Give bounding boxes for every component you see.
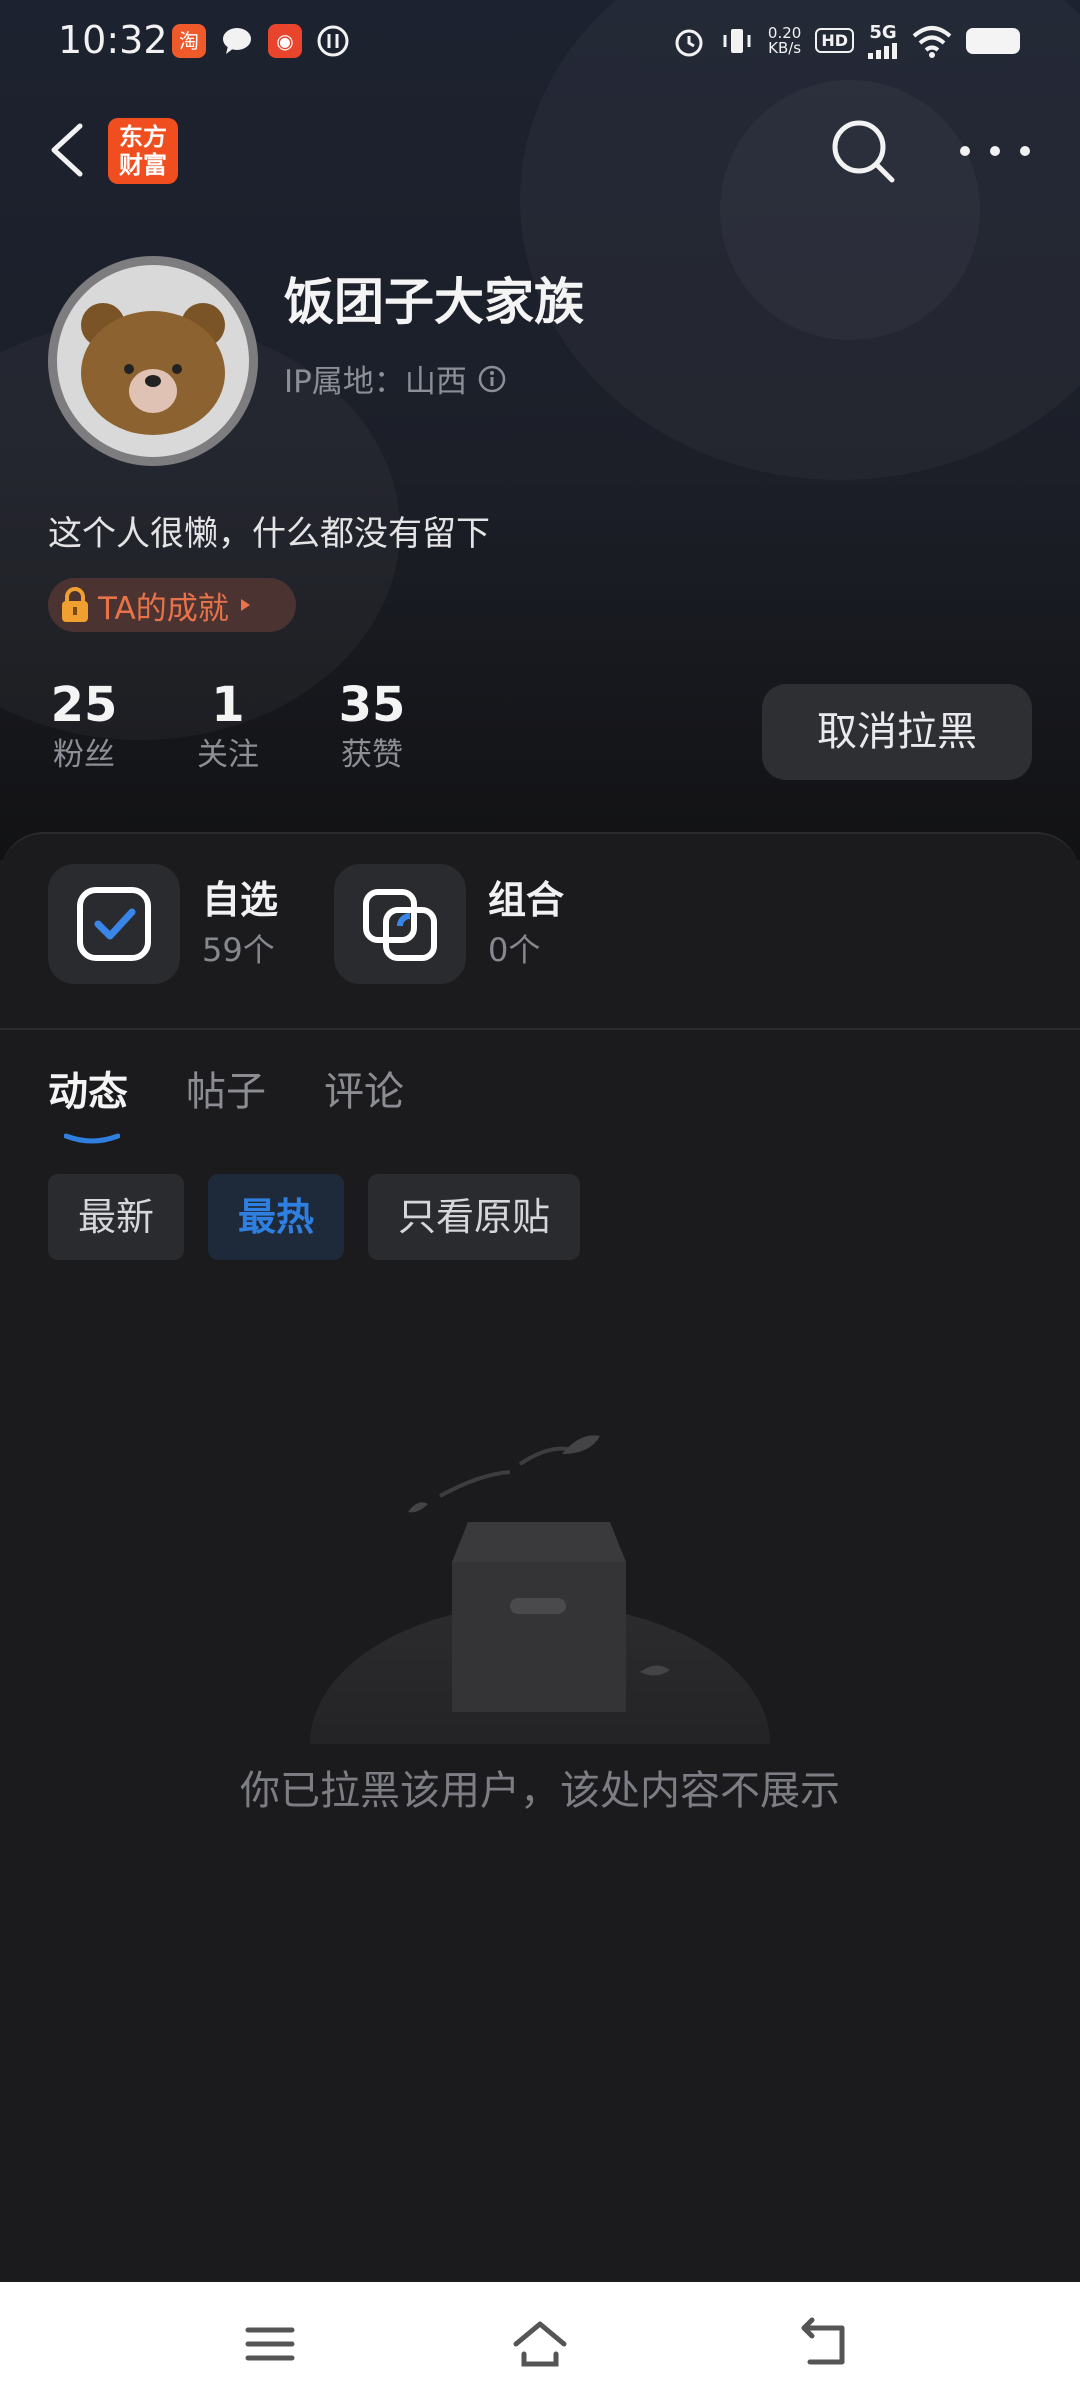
status-bar: 10:32 淘 ◉ 0.20 KB/s HD 5G [0,0,1080,84]
username: 饭团子大家族 [284,273,584,331]
message-notification-icon [220,24,254,58]
bear-avatar-image [57,265,249,457]
back-nav-button[interactable] [796,2314,856,2374]
ip-location-row: IP属地：山西 [284,356,507,401]
app-logo[interactable]: 东方 财富 [108,118,178,184]
wifi-icon [912,25,952,58]
info-icon[interactable] [477,364,507,394]
net-speed: 0.20 KB/s [768,25,802,57]
stat-value: 1 [211,677,245,733]
more-dot-icon [1020,146,1030,156]
shopping-notification-icon: ◉ [268,24,302,58]
back-button[interactable] [44,118,98,182]
network-type: 5G [869,22,897,43]
signal-bars-icon [868,43,897,59]
stat-label: 获赞 [341,737,403,773]
home-icon [513,2321,567,2367]
empty-box-illustration [310,1435,770,1744]
notification-icons: 淘 ◉ [172,24,350,58]
unblock-button[interactable]: 取消拉黑 [762,684,1032,780]
unicom-notification-icon [316,24,350,58]
menu-icon [245,2327,295,2361]
watchlist-count: 59个 [202,931,275,969]
content-panel: 自选 59个 组合 0个 动态 帖子 评论 最新 最热 只看原贴 你已拉黑该用户… [0,832,1080,2282]
tab-posts[interactable]: 帖子 [186,1060,266,1124]
taobao-notification-icon: 淘 [172,24,206,58]
search-button[interactable] [830,118,896,184]
alarm-icon [675,29,703,56]
active-tab-indicator [64,1133,120,1144]
battery-icon [966,27,1020,54]
watchlist-link[interactable]: 自选 59个 [48,864,278,984]
empty-state-message: 你已拉黑该用户，该处内容不展示 [240,1768,840,1814]
section-divider [0,1028,1080,1030]
avatar[interactable] [48,256,258,466]
portfolio-text: 组合 0个 [488,874,564,974]
portfolio-link[interactable]: 组合 0个 [334,864,564,984]
ip-location: IP属地：山西 [284,364,467,400]
watchlist-title: 自选 [202,878,279,922]
more-dot-icon [990,146,1000,156]
watchlist-icon [48,864,180,984]
stat-label: 粉丝 [53,737,115,773]
tab-activity[interactable]: 动态 [48,1060,128,1124]
bio-text: 这个人很懒，什么都没有留下 [48,514,490,554]
achievement-button[interactable]: TA的成就 [48,578,296,632]
stat-following[interactable]: 1 关注 [192,676,264,776]
stat-likes[interactable]: 35 获赞 [336,676,408,776]
filter-original-only[interactable]: 只看原贴 [368,1174,581,1260]
filter-latest[interactable]: 最新 [48,1174,185,1260]
stat-value: 25 [50,677,118,733]
chevron-left-icon [51,123,83,177]
status-time: 10:32 [58,18,168,62]
filter-chips: 最新 最热 只看原贴 [48,1174,581,1260]
filter-hottest[interactable]: 最热 [208,1174,345,1260]
caret-right-icon [240,599,250,611]
more-dot-icon [960,146,970,156]
portfolio-count: 0个 [488,931,541,969]
profile-stats: 25 粉丝 1 关注 35 获赞 [48,676,408,776]
vibrate-icon [723,28,751,53]
logo-line-2: 财富 [119,151,167,179]
stat-label: 关注 [197,737,259,773]
logo-line-1: 东方 [119,123,167,151]
net-speed-unit: KB/s [768,38,802,57]
portfolio-title: 组合 [488,878,565,922]
stat-value: 35 [338,677,406,733]
status-icons: 0.20 KB/s HD 5G [672,22,1020,59]
back-arrow-icon [801,2317,845,2365]
search-icon [832,120,895,183]
hd-badge: HD [815,28,854,53]
stat-fans[interactable]: 25 粉丝 [48,676,120,776]
content-tabs: 动态 帖子 评论 [48,1060,404,1124]
achievement-label: TA的成就 [98,590,229,627]
watchlist-text: 自选 59个 [202,874,278,974]
recent-apps-button[interactable] [240,2314,300,2374]
home-button[interactable] [510,2314,570,2374]
more-button[interactable] [960,128,1030,174]
lock-icon [62,587,88,622]
system-navigation-bar [0,2282,1080,2408]
tab-comments[interactable]: 评论 [324,1060,404,1124]
portfolio-icon [334,864,466,984]
signal-indicator: 5G [868,22,898,59]
